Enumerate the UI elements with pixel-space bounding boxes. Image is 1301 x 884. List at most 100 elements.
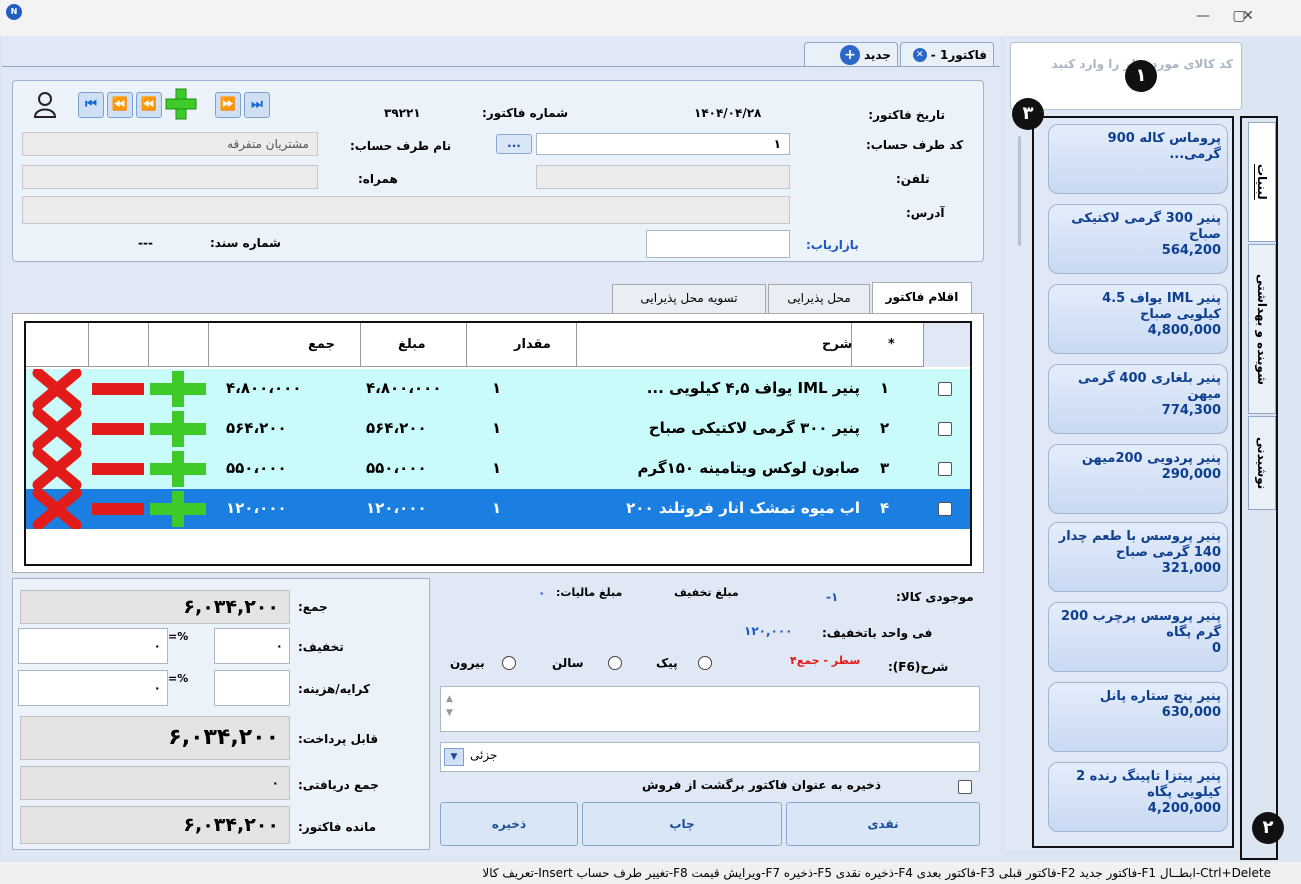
phone-field[interactable] [536, 165, 790, 189]
category-tab-detergent[interactable]: شوینده و بهداشتی [1248, 244, 1276, 414]
table-row[interactable]: ۳ صابون لوکس ویتامینه ۱۵۰گرم ۱ ۵۵۰،۰۰۰ ۵۵۰،۰… [26, 449, 970, 489]
product-name: پنیر IML یواف 4.5 کیلویی صباح [1102, 291, 1221, 322]
product-card[interactable]: پنیر پنج ستاره پانل 630,000 [1048, 682, 1228, 752]
radio-takeaway[interactable] [502, 656, 516, 670]
fee-pct-sign: =% [168, 672, 189, 685]
row-checkbox[interactable] [938, 502, 952, 516]
row-description: پنیر IML یواف ۴,۵ کیلویی ... [646, 379, 860, 397]
return-sale-checkbox[interactable] [958, 780, 972, 794]
user-icon[interactable] [33, 92, 57, 124]
price-level-select[interactable] [440, 742, 980, 772]
print-button[interactable]: چاپ [582, 802, 782, 846]
row-quantity: ۱ [492, 459, 502, 477]
doc-no-label: شماره سند: [210, 236, 281, 250]
category-tab-dairy[interactable]: لبنیات [1248, 122, 1276, 242]
header-star: * [888, 337, 895, 352]
last-record-button[interactable]: ⏭ [244, 92, 270, 118]
cash-button[interactable]: نقدی [786, 802, 980, 846]
title-bar [0, 0, 1301, 36]
annotation-badge-3: ۳ [1012, 98, 1044, 130]
marketer-input[interactable] [646, 230, 790, 258]
decrease-qty-icon[interactable] [92, 371, 144, 407]
discount-value-input[interactable]: ۰ [18, 628, 168, 664]
tab-close-icon[interactable]: ✕ [912, 47, 927, 62]
product-card[interactable]: پنیر بلغاری 400 گرمی میهن 774,300 [1048, 364, 1228, 434]
table-row[interactable]: ۲ پنیر ۳۰۰ گرمی لاکتیکی صباح ۱ ۵۶۴،۲۰۰ ۵۶۴،۲… [26, 409, 970, 449]
radio-courier[interactable] [698, 656, 712, 670]
minimize-button[interactable]: — [1193, 6, 1213, 26]
tab-reception-settlement[interactable]: تسویه محل پذیرایی [612, 284, 766, 314]
plus-icon[interactable]: + [839, 44, 860, 65]
desc-summary: ۴سطر - جمع [790, 654, 861, 667]
decrease-qty-icon[interactable] [92, 491, 144, 527]
tab-reception-place[interactable]: محل پذیرایی [768, 284, 870, 314]
grid-header: * شرح مقدار مبلغ جمع [26, 323, 970, 367]
product-card[interactable]: پنیر IML یواف 4.5 کیلویی صباح 4,800,000 [1048, 284, 1228, 354]
prev-page-button[interactable]: ⏪ [136, 92, 162, 118]
fee-label: کرایه/هزینه: [298, 682, 370, 696]
row-description: اب میوه تمشک انار فروتلند ۲۰۰ [626, 499, 860, 517]
invoice-items-grid: * شرح مقدار مبلغ جمع ۱ پنیر IML یواف ۴,۵ … [24, 321, 972, 566]
product-card[interactable]: پنیر پروسس با طعم چدار 140 گرمی صباح 321,… [1048, 522, 1228, 592]
tab-invoice-items[interactable]: اقلام فاکتور [872, 282, 972, 314]
scrollbar-thumb[interactable] [1018, 136, 1021, 246]
radio-hall[interactable] [608, 656, 622, 670]
sum-label: جمع: [298, 600, 328, 614]
save-button[interactable]: ذخیره [440, 802, 578, 846]
fee-value-input[interactable]: ۰ [18, 670, 168, 706]
row-price: ۱۲۰،۰۰۰ [366, 499, 427, 517]
textarea-scroll-icon[interactable]: ▲ ▼ [446, 692, 453, 720]
mobile-field[interactable] [22, 165, 318, 189]
decrease-qty-icon[interactable] [92, 451, 144, 487]
account-code-input[interactable]: ۱ [536, 133, 790, 155]
row-checkbox[interactable] [938, 422, 952, 436]
description-textarea[interactable] [440, 686, 980, 732]
delete-row-icon[interactable] [30, 409, 84, 449]
increase-qty-icon[interactable] [150, 371, 206, 407]
annotation-badge-1: ۱ [1125, 60, 1157, 92]
close-button[interactable]: ✕ [1238, 6, 1258, 26]
category-tab-drinks[interactable]: نوشیدنی [1248, 416, 1276, 510]
table-row[interactable]: ۴ اب میوه تمشک انار فروتلند ۲۰۰ ۱ ۱۲۰،۰۰۰ ۱۲… [26, 489, 970, 529]
fee-pct-input[interactable] [214, 670, 290, 706]
product-card[interactable]: پنیر پروسس پرچرب 200 گرم پگاه 0 [1048, 602, 1228, 672]
increase-qty-icon[interactable] [150, 411, 206, 447]
delete-row-icon[interactable] [30, 369, 84, 409]
address-field[interactable] [22, 196, 790, 224]
product-name: پروماس کاله 900 گرمی... [1107, 131, 1221, 162]
chevron-down-icon[interactable]: ▼ [444, 748, 464, 766]
select-all-cell[interactable] [923, 323, 970, 367]
product-price: 290,000 [1161, 467, 1221, 482]
product-card[interactable]: پنیر پردویی 200میهن 290,000 [1048, 444, 1228, 514]
product-card[interactable]: پنیر پیتزا تاپینگ رنده 2 کیلویی پگاه 4,20… [1048, 762, 1228, 832]
row-price: ۵۵۰،۰۰۰ [366, 459, 427, 477]
tab-label: فاکتور1 - [930, 47, 987, 62]
product-card[interactable]: پروماس کاله 900 گرمی... [1048, 124, 1228, 194]
delete-row-icon[interactable] [30, 489, 84, 529]
delete-row-icon[interactable] [30, 449, 84, 489]
increase-qty-icon[interactable] [150, 451, 206, 487]
product-card[interactable]: پنیر 300 گرمی لاکتیکی صباح 564,200 [1048, 204, 1228, 274]
row-checkbox[interactable] [938, 462, 952, 476]
add-record-button[interactable] [165, 88, 197, 123]
next-record-button[interactable]: ⏩ [215, 92, 241, 118]
discount-pct-input[interactable]: ۰ [214, 628, 290, 664]
product-name: پنیر بلغاری 400 گرمی میهن [1078, 371, 1221, 402]
first-record-button[interactable]: ⏮ [78, 92, 104, 118]
product-name: پنیر پیتزا تاپینگ رنده 2 کیلویی پگاه [1076, 769, 1221, 800]
prev-record-button[interactable]: ⏪ [107, 92, 133, 118]
table-row[interactable]: ۱ پنیر IML یواف ۴,۵ کیلویی ... ۱ ۴،۸۰۰،۰۰۰ ۴… [26, 369, 970, 409]
tab-new[interactable]: جدید + [804, 42, 898, 66]
row-quantity: ۱ [492, 419, 502, 437]
header-desc: شرح [822, 337, 853, 352]
row-checkbox[interactable] [938, 382, 952, 396]
browse-account-button[interactable]: ... [496, 134, 532, 154]
stock-value: -۱ [826, 590, 839, 604]
decrease-qty-icon[interactable] [92, 411, 144, 447]
product-name: پنیر پروسس پرچرب 200 گرم پگاه [1061, 609, 1221, 640]
increase-qty-icon[interactable] [150, 491, 206, 527]
product-price: 4,800,000 [1147, 323, 1221, 338]
row-description: پنیر ۳۰۰ گرمی لاکتیکی صباح [648, 419, 860, 437]
radio-hall-label: سالن [552, 656, 584, 670]
tab-invoice-1[interactable]: فاکتور1 - ✕ [900, 42, 994, 66]
